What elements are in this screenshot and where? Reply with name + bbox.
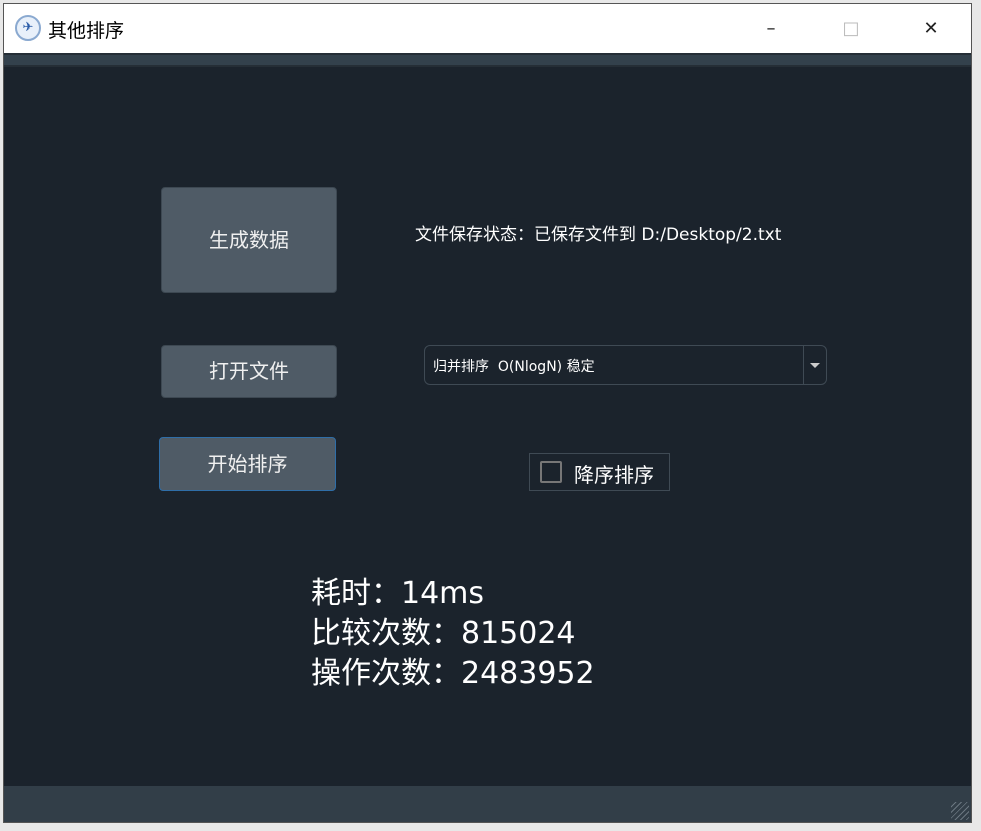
window-title: 其他排序 xyxy=(48,20,125,42)
close-button[interactable]: ✕ xyxy=(891,4,971,53)
resize-grip-icon[interactable] xyxy=(951,802,969,820)
maximize-button[interactable]: □ xyxy=(811,4,891,53)
title-bar: ✈ 其他排序 – □ ✕ xyxy=(4,4,971,53)
file-save-status: 文件保存状态：已保存文件到 D:/Desktop/2.txt xyxy=(415,225,782,245)
menu-bar xyxy=(4,53,971,67)
app-window: ✈ 其他排序 – □ ✕ 生成数据 打开文件 开始排序 文件保存状态：已保存文件… xyxy=(3,3,972,823)
algorithm-select[interactable]: 归并排序 O(NlogN) 稳定 xyxy=(424,345,827,385)
open-file-button[interactable]: 打开文件 xyxy=(161,345,337,398)
checkbox-box[interactable] xyxy=(540,461,562,483)
sort-stats: 耗时：14ms 比较次数：815024 操作次数：2483952 xyxy=(311,574,595,694)
descending-label: 降序排序 xyxy=(574,463,654,487)
operations-stat: 操作次数：2483952 xyxy=(311,656,595,691)
minimize-button[interactable]: – xyxy=(731,4,811,53)
descending-checkbox[interactable]: 降序排序 xyxy=(529,453,670,491)
app-logo-icon: ✈ xyxy=(15,15,41,41)
time-stat: 耗时：14ms xyxy=(311,576,485,611)
algorithm-select-value: 归并排序 O(NlogN) 稳定 xyxy=(433,359,595,375)
start-sort-button[interactable]: 开始排序 xyxy=(159,437,336,491)
status-bar xyxy=(4,786,971,822)
generate-data-button[interactable]: 生成数据 xyxy=(161,187,337,293)
comparisons-stat: 比较次数：815024 xyxy=(311,616,576,651)
chevron-down-icon[interactable] xyxy=(803,346,826,384)
